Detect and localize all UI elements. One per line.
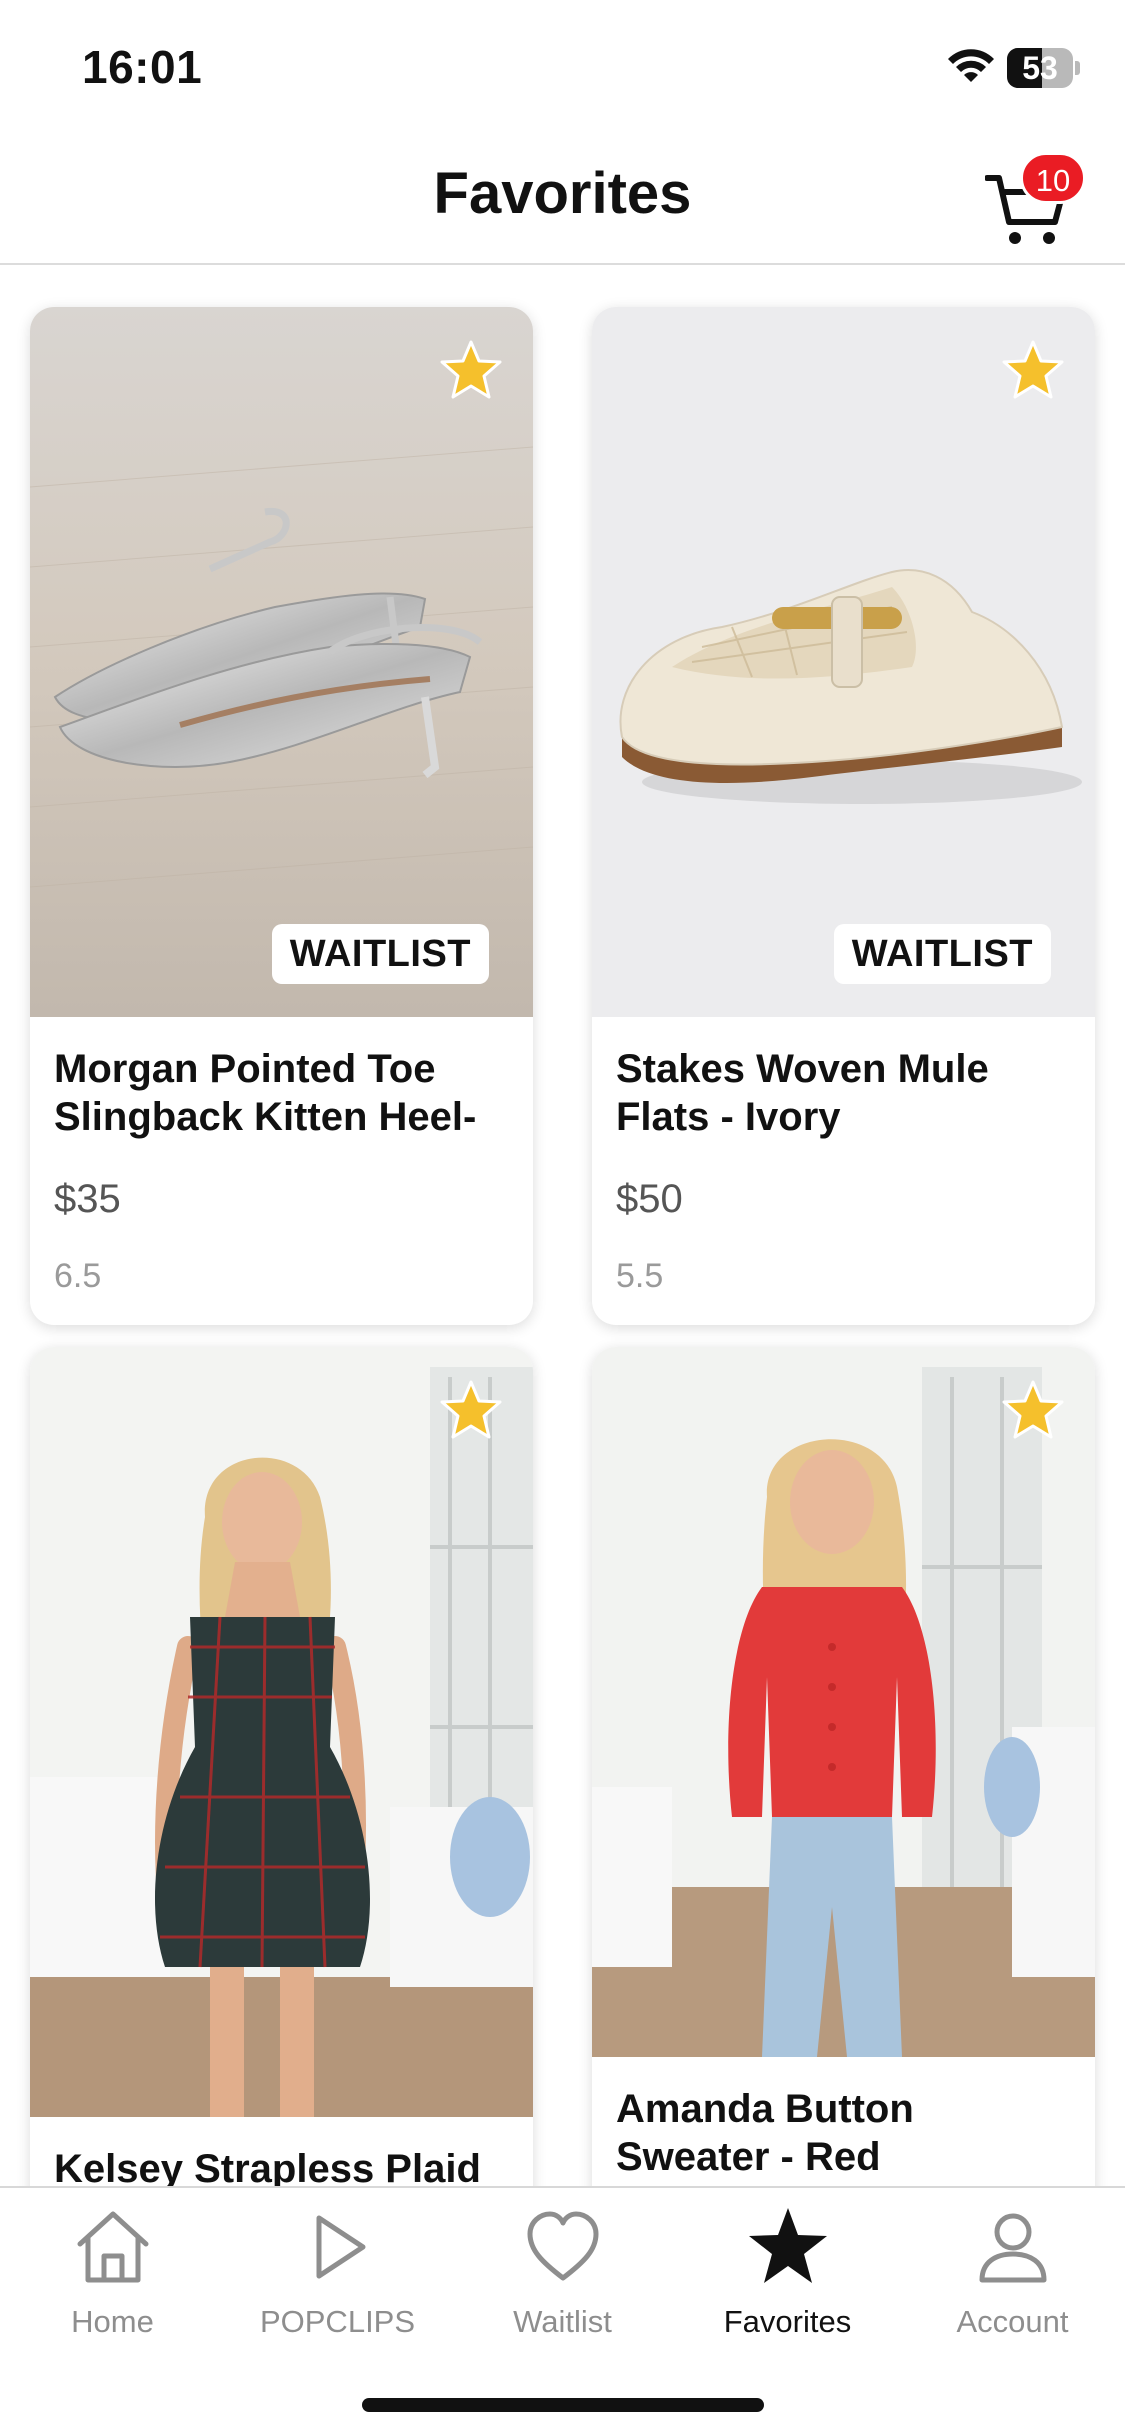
favorite-star-icon[interactable] <box>1001 339 1065 401</box>
product-image <box>592 307 1095 1017</box>
tab-label: POPCLIPS <box>259 2304 416 2339</box>
product-card[interactable]: Kelsey Strapless Plaid <box>30 1347 533 2187</box>
star-icon <box>749 2208 827 2283</box>
favorite-star-icon[interactable] <box>439 339 503 401</box>
tab-label: Waitlist <box>513 2304 612 2339</box>
cart-button[interactable]: 10 <box>980 152 1090 252</box>
wifi-icon <box>948 49 994 82</box>
top-nav-bar: Favorites 10 <box>0 130 1125 265</box>
waitlist-badge: WAITLIST <box>271 924 489 984</box>
tab-account[interactable]: Account <box>900 2206 1125 2356</box>
home-indicator <box>362 2398 764 2412</box>
product-price: $50 <box>616 1177 683 1221</box>
play-icon <box>316 2215 366 2279</box>
product-image <box>592 1347 1095 2057</box>
tab-waitlist[interactable]: Waitlist <box>450 2206 675 2356</box>
heart-icon <box>527 2211 599 2281</box>
favorites-grid: WAITLIST Morgan Pointed Toe Slingback Ki… <box>0 267 1125 2187</box>
waitlist-badge: WAITLIST <box>833 924 1051 984</box>
house-icon <box>77 2211 149 2283</box>
product-card[interactable]: WAITLIST Morgan Pointed Toe Slingback Ki… <box>30 307 533 1325</box>
product-size: 6.5 <box>54 1257 102 1295</box>
status-time: 16:01 <box>82 41 203 93</box>
tab-label: Account <box>956 2304 1069 2339</box>
product-size: 5.5 <box>616 1257 664 1295</box>
tab-popclips[interactable]: POPCLIPS <box>225 2206 450 2356</box>
product-name: Morgan Pointed Toe Slingback Kitten Heel… <box>54 1047 477 1139</box>
product-name: Kelsey Strapless Plaid <box>54 2147 481 2187</box>
status-bar: 16:01 53 <box>0 0 1125 130</box>
tab-home[interactable]: Home <box>0 2206 225 2356</box>
battery-percent: 53 <box>1022 50 1058 86</box>
cart-count-badge: 10 <box>1020 152 1086 204</box>
battery-icon: 53 <box>1007 48 1080 88</box>
person-icon <box>979 2213 1047 2283</box>
product-card[interactable]: WAITLIST Stakes Woven Mule Flats - Ivory… <box>592 307 1095 1325</box>
product-price: $35 <box>54 1177 121 1221</box>
product-name: Stakes Woven Mule Flats - Ivory <box>616 1047 989 1139</box>
tab-favorites[interactable]: Favorites <box>675 2206 900 2356</box>
tab-label: Favorites <box>723 2304 852 2339</box>
product-name: Amanda Button Sweater - Red <box>616 2087 914 2179</box>
favorite-star-icon[interactable] <box>1001 1379 1065 1441</box>
tab-label: Home <box>71 2304 154 2339</box>
product-image <box>30 1347 533 2117</box>
product-image <box>30 307 533 1017</box>
page-title: Favorites <box>433 161 692 226</box>
favorite-star-icon[interactable] <box>439 1379 503 1441</box>
product-card[interactable]: Amanda Button Sweater - Red <box>592 1347 1095 2187</box>
